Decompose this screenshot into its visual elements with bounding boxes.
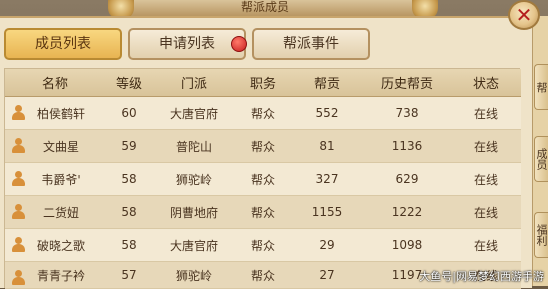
cell-name: 青青子衿 bbox=[36, 268, 85, 283]
table-row[interactable]: 二货妞 58 阴曹地府 帮众 1155 1222 在线 bbox=[5, 196, 521, 229]
cell-history-contribution: 1136 bbox=[391, 139, 423, 153]
table-row[interactable]: 韦爵爷' 58 狮驼岭 帮众 327 629 在线 bbox=[5, 163, 521, 196]
cell-level: 58 bbox=[121, 238, 137, 252]
header-history-contribution[interactable]: 历史帮贡 bbox=[363, 69, 451, 96]
cell-name: 二货妞 bbox=[42, 205, 79, 220]
cell-status: 在线 bbox=[473, 139, 498, 154]
cell-school: 阴曹地府 bbox=[169, 205, 218, 220]
table-header: 名称 等级 门派 职务 帮贡 历史帮贡 状态 bbox=[5, 69, 521, 97]
cell-level: 59 bbox=[121, 139, 137, 153]
watermark-text: 大鱼号|网易梦幻西游手游 bbox=[419, 270, 544, 283]
cell-contribution: 81 bbox=[319, 139, 335, 153]
cell-status: 在线 bbox=[473, 106, 498, 121]
cell-level: 57 bbox=[121, 268, 137, 282]
cell-name: 破晓之歌 bbox=[36, 238, 85, 253]
cell-level: 60 bbox=[121, 106, 137, 120]
cell-school: 大唐官府 bbox=[169, 106, 218, 121]
cell-status: 在线 bbox=[473, 205, 498, 220]
cell-history-contribution: 1222 bbox=[391, 205, 423, 219]
cell-school: 大唐官府 bbox=[169, 238, 218, 253]
cell-position: 帮众 bbox=[250, 106, 275, 121]
tab-guild-events[interactable]: 帮派事件 bbox=[252, 28, 370, 60]
cell-status: 在线 bbox=[473, 238, 498, 253]
cell-history-contribution: 1098 bbox=[391, 238, 423, 252]
header-name[interactable]: 名称 bbox=[5, 69, 105, 96]
tab-member-list[interactable]: 成员列表 bbox=[4, 28, 122, 60]
cell-contribution: 27 bbox=[319, 268, 335, 282]
cell-status: 在线 bbox=[473, 172, 498, 187]
cell-contribution: 29 bbox=[319, 238, 335, 252]
table-row[interactable]: 破晓之歌 58 大唐官府 帮众 29 1098 在线 bbox=[5, 229, 521, 262]
cell-level: 58 bbox=[121, 172, 137, 186]
table-row[interactable]: 文曲星 59 普陀山 帮众 81 1136 在线 bbox=[5, 130, 521, 163]
header-position[interactable]: 职务 bbox=[235, 69, 291, 96]
notification-dot-icon bbox=[231, 36, 247, 52]
side-tab-strip: 帮 成员 福利 bbox=[532, 16, 548, 286]
header-status[interactable]: 状态 bbox=[451, 69, 521, 96]
dialog-title: 帮派成员 bbox=[240, 0, 289, 14]
cell-position: 帮众 bbox=[250, 172, 275, 187]
side-tab-welfare[interactable]: 福利 bbox=[534, 212, 548, 258]
side-tab-guild[interactable]: 帮 bbox=[534, 64, 548, 110]
cell-contribution: 327 bbox=[315, 172, 339, 186]
member-table: 名称 等级 门派 职务 帮贡 历史帮贡 状态 柏侯鹤轩 60 大唐官府 帮众 5… bbox=[4, 68, 521, 289]
cell-position: 帮众 bbox=[250, 205, 275, 220]
cell-name: 柏侯鹤轩 bbox=[36, 106, 85, 121]
cell-position: 帮众 bbox=[250, 139, 275, 154]
cell-contribution: 552 bbox=[315, 106, 339, 120]
cell-history-contribution: 629 bbox=[395, 172, 419, 186]
header-contribution[interactable]: 帮贡 bbox=[291, 69, 363, 96]
cell-school: 普陀山 bbox=[175, 139, 212, 154]
members-panel: 成员列表 申请列表 帮派事件 名称 等级 门派 职务 帮贡 历史帮贡 状态 柏侯… bbox=[0, 16, 532, 289]
tab-bar: 成员列表 申请列表 帮派事件 bbox=[4, 28, 384, 64]
header-level[interactable]: 等级 bbox=[105, 69, 153, 96]
cell-position: 帮众 bbox=[250, 268, 275, 283]
cell-contribution: 1155 bbox=[311, 205, 343, 219]
cell-level: 58 bbox=[121, 205, 137, 219]
cell-school: 狮驼岭 bbox=[175, 172, 212, 187]
side-tab-members[interactable]: 成员 bbox=[534, 136, 548, 182]
table-row[interactable]: 柏侯鹤轩 60 大唐官府 帮众 552 738 在线 bbox=[5, 97, 521, 130]
close-icon[interactable]: ✕ bbox=[508, 0, 540, 30]
cell-position: 帮众 bbox=[250, 238, 275, 253]
cell-history-contribution: 738 bbox=[395, 106, 419, 120]
cell-name: 文曲星 bbox=[42, 139, 79, 154]
cell-name: 韦爵爷' bbox=[41, 172, 81, 187]
header-school[interactable]: 门派 bbox=[153, 69, 235, 96]
tab-application-list[interactable]: 申请列表 bbox=[128, 28, 246, 60]
cell-school: 狮驼岭 bbox=[175, 268, 212, 283]
